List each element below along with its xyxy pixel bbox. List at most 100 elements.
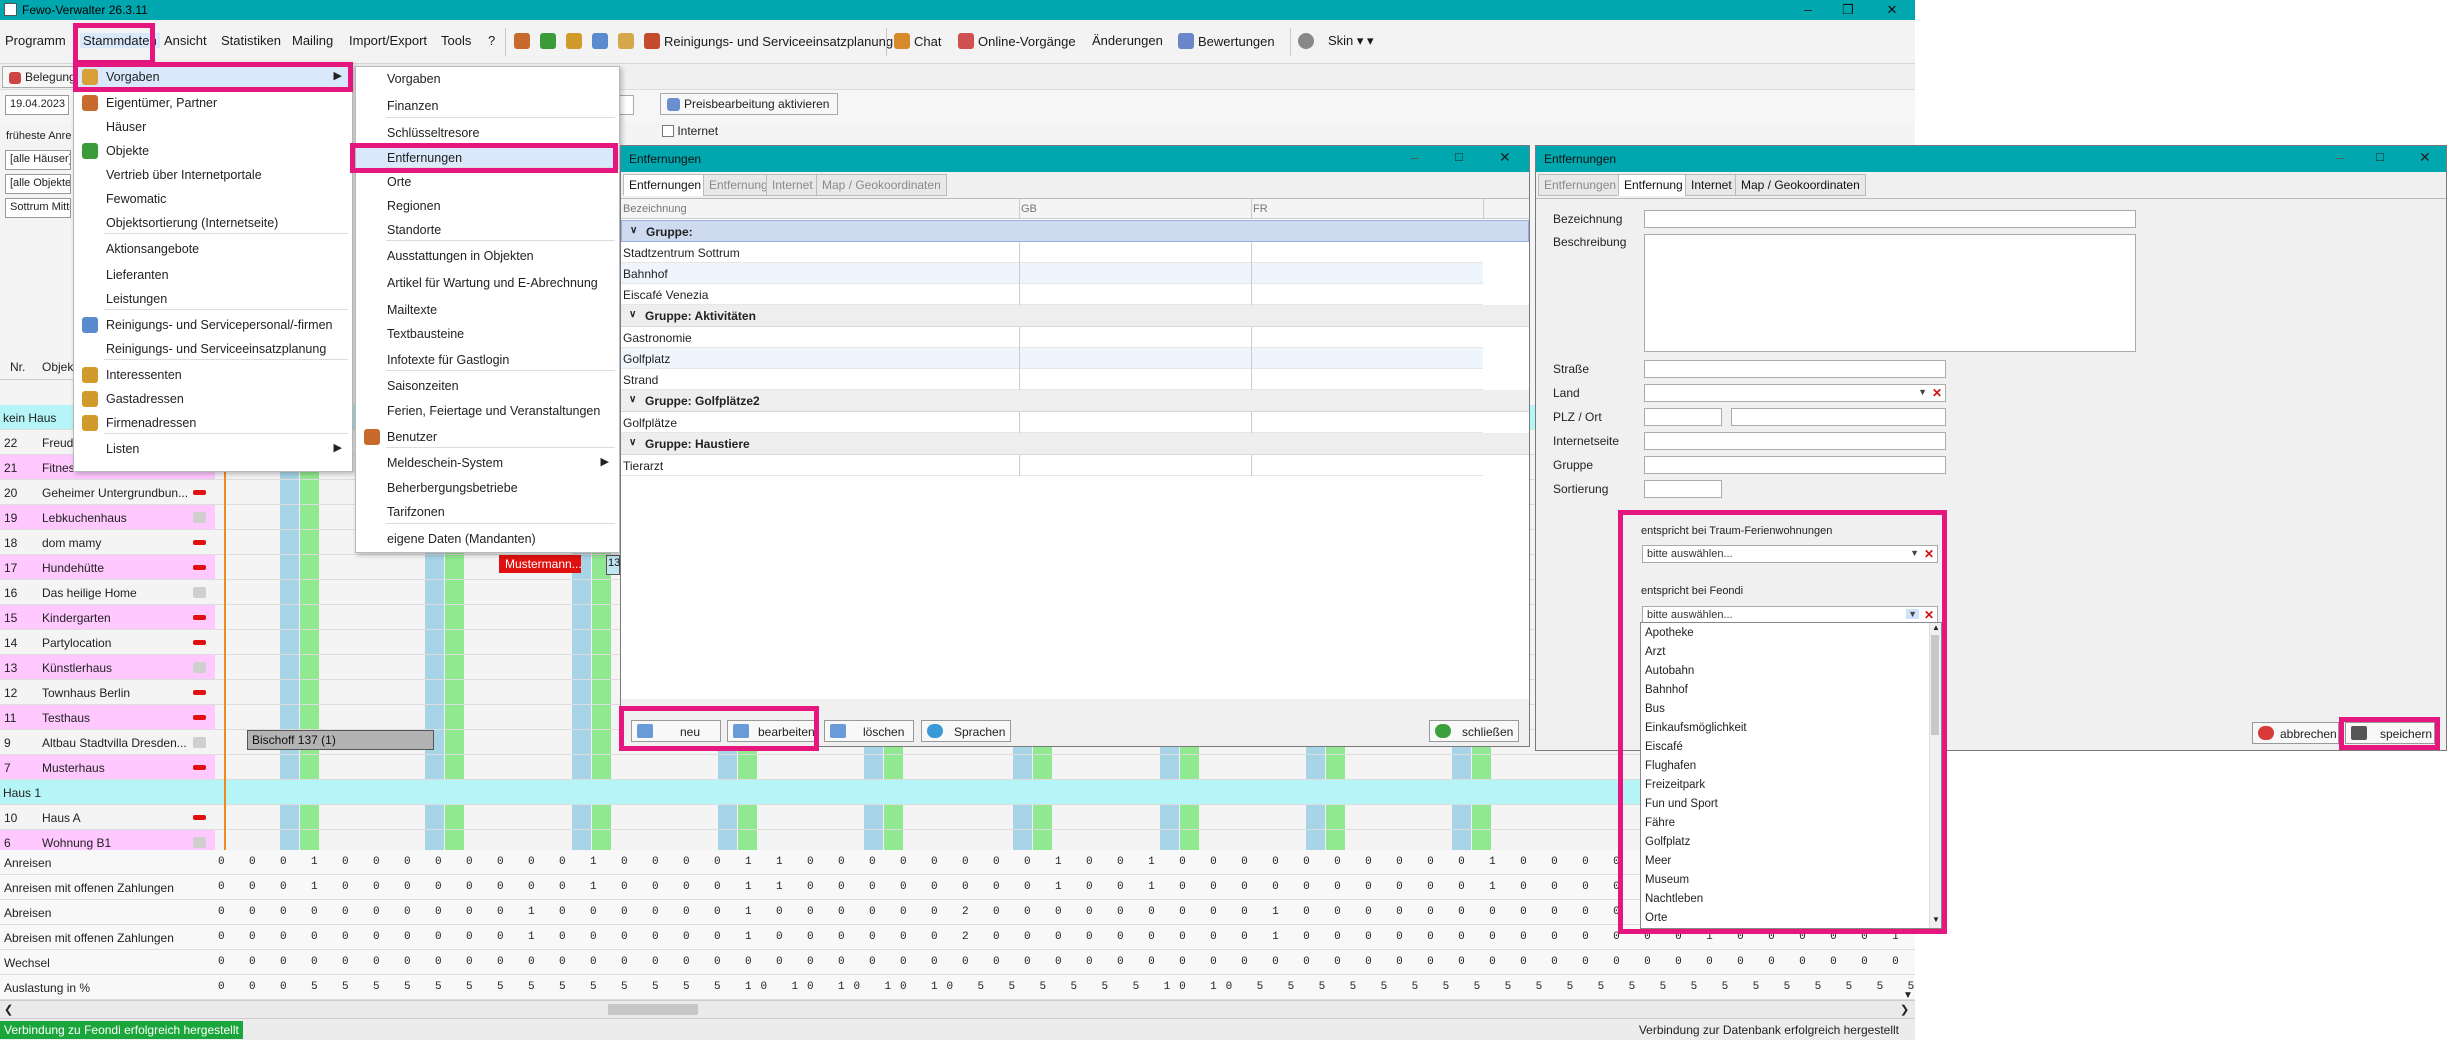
day-cell[interactable]	[425, 680, 444, 704]
column-header[interactable]: FR	[1253, 203, 1268, 215]
menu-item[interactable]: Listen ▶	[74, 437, 352, 461]
tab-2[interactable]: Internet	[1685, 174, 1738, 196]
day-cell[interactable]	[425, 630, 444, 654]
booking-bar[interactable]: Bischoff 137 (1)	[247, 730, 434, 750]
tab-3[interactable]: Map / Geokoordinaten	[1735, 174, 1866, 196]
object-name[interactable]: Testhaus	[42, 711, 192, 725]
save-button[interactable]: speichern	[2345, 722, 2435, 744]
day-cell[interactable]	[572, 580, 591, 604]
close-button[interactable]: schließen	[1429, 720, 1519, 742]
menu-item[interactable]: Interessenten	[74, 363, 352, 387]
submenu-item[interactable]: Tarifzonen	[356, 500, 619, 524]
day-cell[interactable]	[425, 580, 444, 604]
column-header[interactable]: GB	[1021, 203, 1037, 215]
day-cell[interactable]	[1326, 805, 1345, 829]
table-row[interactable]: Bahnhof	[621, 263, 1483, 284]
submenu-item[interactable]: Benutzer	[356, 425, 619, 449]
day-cell[interactable]	[1160, 755, 1179, 779]
dropdown-option[interactable]: Freizeitpark	[1645, 779, 1705, 798]
table-row[interactable]: Tierarzt	[621, 455, 1483, 476]
maximize-icon[interactable]: □	[1455, 149, 1463, 164]
day-cell[interactable]	[864, 755, 883, 779]
menu-item[interactable]: Aktionsangebote	[74, 237, 352, 261]
dropdown-option[interactable]: Apotheke	[1645, 627, 1694, 646]
menu-item[interactable]: Lieferanten	[74, 263, 352, 287]
chevron-down-icon[interactable]: ∨	[629, 309, 636, 320]
submenu-item[interactable]: Schlüsseltresore	[356, 121, 619, 145]
day-cell[interactable]	[592, 630, 611, 654]
planning-label[interactable]: Reinigungs- und Serviceeinsatzplanung	[664, 34, 893, 49]
ratings-label[interactable]: Bewertungen	[1198, 34, 1275, 49]
price-edit-button[interactable]: Preisbearbeitung aktivieren	[660, 93, 838, 115]
day-cell[interactable]	[425, 655, 444, 679]
languages-button[interactable]: Sprachen	[921, 720, 1011, 742]
day-cell[interactable]	[572, 705, 591, 729]
object-name[interactable]: Musterhaus	[42, 761, 192, 775]
object-name[interactable]: Partylocation	[42, 636, 192, 650]
menu-help[interactable]: ?	[488, 33, 495, 48]
submenu-item[interactable]: Beherbergungsbetriebe	[356, 476, 619, 500]
filter-location[interactable]: Sottrum Mitte	[5, 198, 71, 218]
menu-item[interactable]: Vorgaben ▶	[74, 65, 352, 89]
object-name[interactable]: Hundehütte	[42, 561, 192, 575]
day-cell[interactable]	[572, 680, 591, 704]
day-cell[interactable]	[572, 605, 591, 629]
filter-houses[interactable]: [alle Häuser]	[5, 150, 71, 170]
submenu-item[interactable]: Saisonzeiten	[356, 374, 619, 398]
gear-icon[interactable]	[1298, 33, 1314, 49]
scroll-left-icon[interactable]: ❮	[4, 1003, 13, 1016]
gruppe-input[interactable]	[1644, 456, 1946, 474]
day-cell[interactable]	[425, 755, 444, 779]
ort-input[interactable]	[1731, 408, 1946, 426]
day-cell[interactable]	[1306, 805, 1325, 829]
col-object[interactable]: Objek	[42, 360, 73, 374]
menu-item[interactable]: Reinigungs- und Serviceeinsatzplanung	[74, 337, 352, 361]
tab-0[interactable]: Entfernungen	[1538, 174, 1623, 196]
day-cell[interactable]	[425, 555, 444, 579]
day-cell[interactable]	[300, 705, 319, 729]
chevron-down-icon[interactable]: ∨	[629, 437, 636, 448]
col-nr[interactable]: Nr.	[10, 360, 25, 374]
day-cell[interactable]	[280, 655, 299, 679]
dropdown-option[interactable]: Bahnhof	[1645, 684, 1688, 703]
bezeichnung-input[interactable]	[1644, 210, 2136, 228]
minimize-icon[interactable]: –	[1788, 0, 1828, 20]
day-cell[interactable]	[280, 480, 299, 504]
table-row[interactable]: Golfplatz	[621, 348, 1483, 369]
minimize-icon[interactable]: –	[1411, 150, 1418, 165]
object-name[interactable]: Künstlerhaus	[42, 661, 192, 675]
scroll-down-icon[interactable]: ▼	[1903, 990, 1913, 1001]
traum-select[interactable]: bitte auswählen... ▼ ✕	[1642, 545, 1938, 563]
delete-button[interactable]: löschen	[824, 720, 914, 742]
table-row[interactable]: Eiscafé Venezia	[621, 284, 1483, 305]
internet-checkbox[interactable]: Internet	[662, 124, 718, 138]
object-name[interactable]: Geheimer Untergrundbun...	[42, 486, 192, 500]
menu-item[interactable]: Vertrieb über Internetportale	[74, 163, 352, 187]
day-cell[interactable]	[300, 580, 319, 604]
day-cell[interactable]	[445, 630, 464, 654]
new-button[interactable]: neu	[631, 720, 721, 742]
day-cell[interactable]	[280, 580, 299, 604]
day-cell[interactable]	[280, 530, 299, 554]
day-cell[interactable]	[884, 805, 903, 829]
table-row[interactable]: Strand	[621, 369, 1483, 390]
day-cell[interactable]	[1033, 755, 1052, 779]
day-cell[interactable]	[572, 730, 591, 754]
day-cell[interactable]	[300, 555, 319, 579]
day-cell[interactable]	[425, 605, 444, 629]
strasse-input[interactable]	[1644, 360, 1946, 378]
day-cell[interactable]	[280, 805, 299, 829]
day-cell[interactable]	[1013, 755, 1032, 779]
dropdown-option[interactable]: Golfplatz	[1645, 836, 1690, 855]
day-cell[interactable]	[280, 680, 299, 704]
dropdown-option[interactable]: Eiscafé	[1645, 741, 1683, 760]
tab-0[interactable]: Entfernungen	[623, 174, 708, 196]
menu-statistiken[interactable]: Statistiken	[221, 33, 281, 48]
beschreibung-textarea[interactable]	[1644, 234, 2136, 352]
day-cell[interactable]	[1306, 755, 1325, 779]
menu-ansicht[interactable]: Ansicht	[164, 33, 207, 48]
tab-1[interactable]: Entfernung	[703, 174, 774, 196]
menu-item[interactable]: Reinigungs- und Servicepersonal/-firmen	[74, 313, 352, 337]
day-cell[interactable]	[300, 680, 319, 704]
object-name[interactable]: Kindergarten	[42, 611, 192, 625]
